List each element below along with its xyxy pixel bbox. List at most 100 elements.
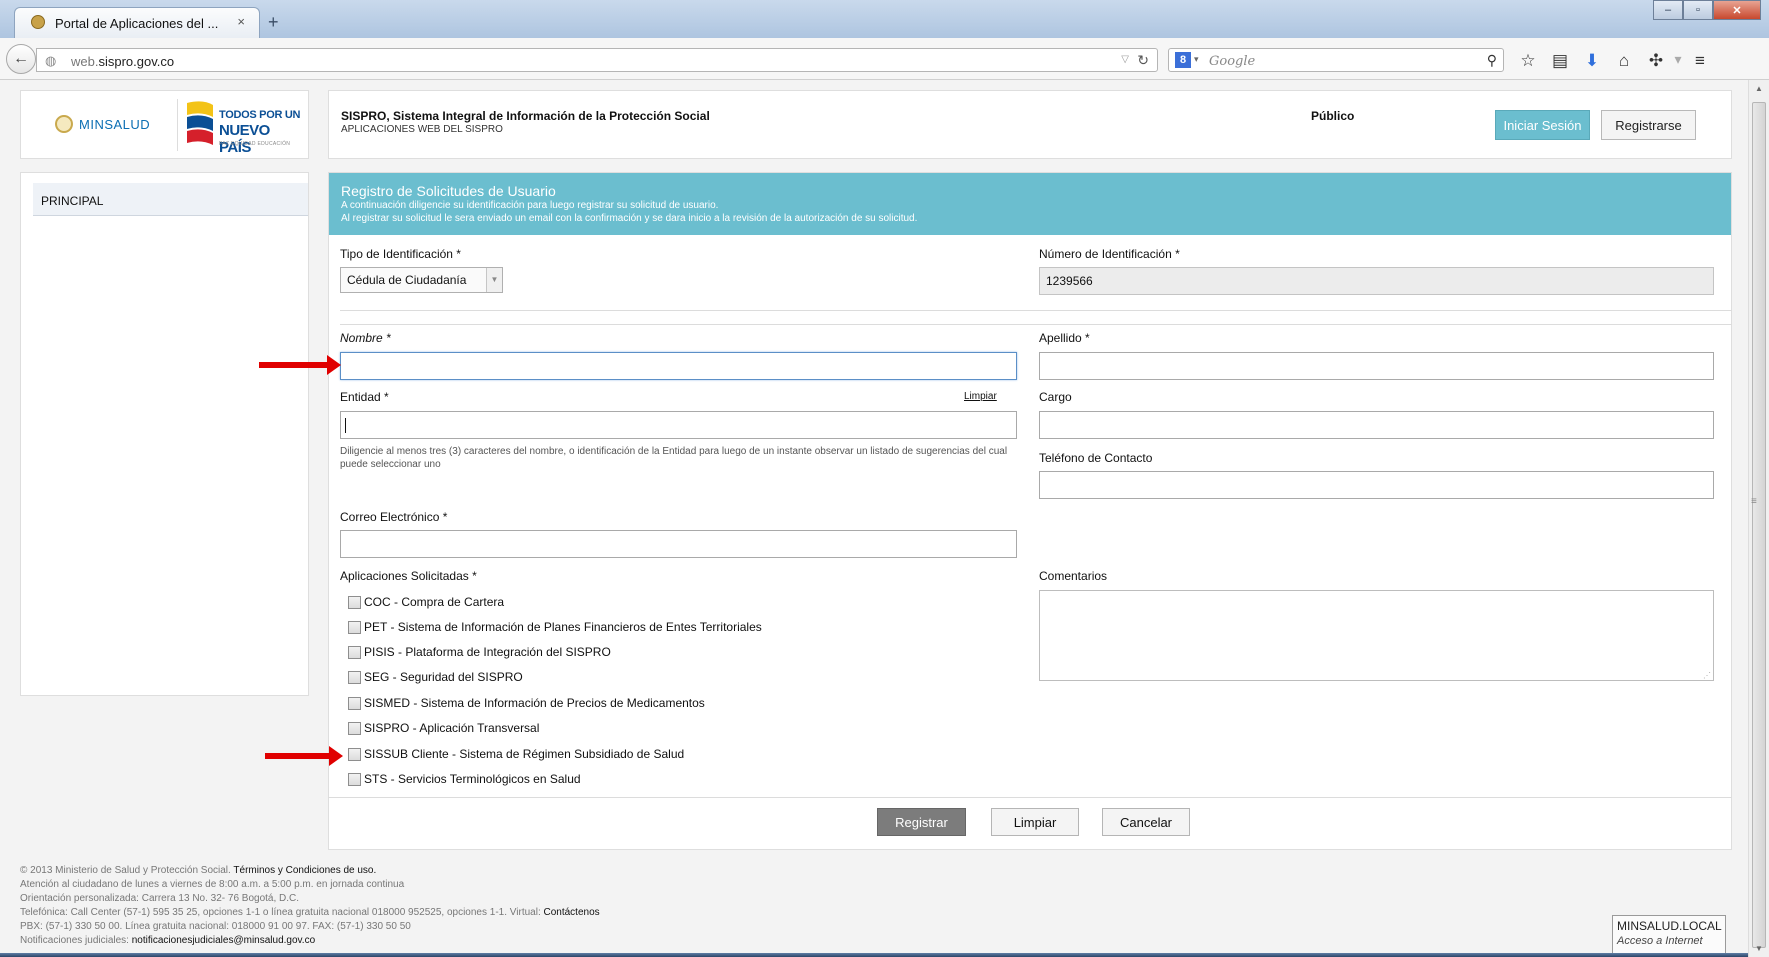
id-type-select[interactable]: Cédula de Ciudadanía ▼	[340, 267, 503, 293]
app-label: SISPRO - Aplicación Transversal	[364, 721, 540, 735]
browser-tab[interactable]: Portal de Aplicaciones del ... ×	[14, 7, 260, 38]
search-icon[interactable]: ⚲	[1487, 52, 1497, 69]
limpiar-button[interactable]: Limpiar	[991, 808, 1079, 836]
apellido-field[interactable]	[1039, 352, 1714, 380]
id-number-field[interactable]: 1239566	[1039, 267, 1714, 295]
apps-label: Aplicaciones Solicitadas *	[340, 569, 477, 583]
entidad-field[interactable]	[340, 411, 1017, 439]
address-bar[interactable]: ◍ web.sispro.gov.co ▽ ↻	[36, 48, 1158, 72]
app-checkbox-row[interactable]: SEG - Seguridad del SISPRO	[348, 667, 523, 687]
browser-titlebar: Portal de Aplicaciones del ... × + – ▫ ✕	[0, 0, 1769, 38]
search-bar[interactable]: 8 ▾ Google ⚲	[1168, 48, 1504, 72]
logo-line-1: TODOS POR UN	[219, 109, 301, 121]
taskbar	[0, 953, 1748, 957]
maximize-icon[interactable]: ▫	[1683, 0, 1713, 20]
app-checkbox-row[interactable]: PISIS - Plataforma de Integración del SI…	[348, 642, 611, 662]
correo-label: Correo Electrónico *	[340, 510, 448, 524]
browser-navbar: ← ◍ web.sispro.gov.co ▽ ↻ 8 ▾ Google ⚲ ☆…	[0, 38, 1769, 80]
nombre-field[interactable]	[340, 352, 1017, 380]
app-label: STS - Servicios Terminológicos en Salud	[364, 772, 581, 786]
comentarios-label: Comentarios	[1039, 569, 1108, 583]
addon-dropdown-icon[interactable]: ▾	[1672, 51, 1684, 71]
user-status: Público	[1311, 109, 1355, 123]
id-number-label: Número de Identificación *	[1039, 247, 1180, 261]
menu-icon[interactable]: ≡	[1684, 51, 1716, 71]
app-checkbox-row[interactable]: COC - Compra de Cartera	[348, 592, 504, 612]
download-icon[interactable]: ⬇	[1576, 51, 1608, 71]
checkbox[interactable]	[348, 721, 361, 735]
site-header: SISPRO, Sistema Integral de Información …	[328, 90, 1732, 159]
scrollbar-grip-icon: ≡	[1751, 496, 1757, 507]
addon-icon[interactable]: ✣	[1640, 51, 1672, 71]
cargo-field[interactable]	[1039, 411, 1714, 439]
logo-divider	[177, 99, 178, 151]
resize-handle-icon[interactable]: ⋰	[1703, 671, 1711, 680]
bookmarks-icon[interactable]: ▤	[1544, 51, 1576, 71]
vertical-scrollbar[interactable]: ▲ ≡ ▼	[1748, 80, 1769, 957]
scroll-down-icon[interactable]: ▼	[1755, 944, 1763, 953]
logo-line-3: PAZ EQUIDAD EDUCACIÓN	[219, 141, 291, 147]
scroll-up-icon[interactable]: ▲	[1755, 84, 1763, 93]
app-checkbox-row[interactable]: STS - Servicios Terminológicos en Salud	[348, 769, 581, 789]
checkbox[interactable]	[348, 645, 361, 659]
flag-icon	[187, 101, 213, 145]
app-checkbox-row[interactable]: SISMED - Sistema de Información de Preci…	[348, 693, 705, 713]
checkbox[interactable]	[348, 595, 361, 609]
app-checkbox-row[interactable]: PET - Sistema de Información de Planes F…	[348, 617, 762, 637]
checkbox[interactable]	[348, 620, 361, 634]
form-intro-2: Al registrar su solicitud le sera enviad…	[341, 213, 918, 224]
terms-link[interactable]: Términos y Condiciones de uso.	[233, 865, 376, 876]
site-title: SISPRO, Sistema Integral de Información …	[341, 109, 710, 123]
checkbox[interactable]	[348, 696, 361, 710]
form-heading: Registro de Solicitudes de Usuario	[341, 183, 556, 199]
app-label: COC - Compra de Cartera	[364, 595, 505, 609]
checkbox[interactable]	[348, 772, 361, 786]
url-dropdown-icon[interactable]: ▽	[1121, 54, 1129, 65]
login-button[interactable]: Iniciar Sesión	[1495, 110, 1590, 140]
entidad-help: Diligencie al menos tres (3) caracteres …	[340, 446, 1008, 470]
register-button[interactable]: Registrarse	[1601, 110, 1696, 140]
minsalud-text: MINSALUD	[79, 116, 151, 132]
favicon-icon	[31, 15, 45, 29]
limpiar-link[interactable]: Limpiar	[964, 391, 997, 402]
minimize-icon[interactable]: –	[1653, 0, 1683, 20]
form-intro-1: A continuación diligencie su identificac…	[341, 200, 719, 211]
footer-copyright: © 2013 Ministerio de Salud y Protección …	[20, 865, 231, 876]
tab-close-icon[interactable]: ×	[237, 14, 245, 29]
star-icon[interactable]: ☆	[1512, 51, 1544, 71]
reload-icon[interactable]: ↻	[1137, 52, 1149, 69]
checkbox[interactable]	[348, 670, 361, 684]
telefono-field[interactable]	[1039, 471, 1714, 499]
contact-link[interactable]: Contáctenos	[544, 907, 600, 918]
search-placeholder: Google	[1209, 54, 1256, 69]
toolbar-icons: ☆ ▤ ⬇ ⌂ ✣ ▾ ≡	[1512, 51, 1716, 71]
apellido-label: Apellido *	[1039, 331, 1090, 345]
network-access: Acceso a Internet	[1617, 935, 1703, 947]
close-window-icon[interactable]: ✕	[1713, 0, 1761, 20]
chevron-down-icon: ▼	[486, 268, 502, 292]
telefono-label: Teléfono de Contacto	[1039, 451, 1153, 465]
app-checkbox-row[interactable]: SISSUB Cliente - Sistema de Régimen Subs…	[348, 744, 684, 764]
footer-hours: Atención al ciudadano de lunes a viernes…	[20, 879, 405, 890]
search-engine-icon[interactable]: 8	[1175, 52, 1191, 68]
correo-field[interactable]	[340, 530, 1017, 558]
cargo-label: Cargo	[1039, 390, 1072, 404]
new-tab-button[interactable]: +	[268, 12, 279, 33]
comentarios-textarea[interactable]: ⋰	[1039, 590, 1714, 681]
minsalud-logo[interactable]: MINSALUD	[55, 115, 150, 133]
home-icon[interactable]: ⌂	[1608, 51, 1640, 71]
checkbox[interactable]	[348, 747, 361, 761]
notifications-email-link[interactable]: notificacionesjudiciales@minsalud.gov.co	[132, 935, 315, 946]
url-text: web.sispro.gov.co	[71, 54, 175, 69]
search-engine-dropdown-icon[interactable]: ▾	[1194, 54, 1199, 65]
cancelar-button[interactable]: Cancelar	[1102, 808, 1190, 836]
network-name: MINSALUD.LOCAL	[1617, 919, 1722, 933]
app-checkbox-row[interactable]: SISPRO - Aplicación Transversal	[348, 718, 539, 738]
registrar-button[interactable]: Registrar	[877, 808, 966, 836]
entidad-label: Entidad *	[340, 390, 389, 404]
back-arrow-icon[interactable]: ←	[6, 44, 36, 74]
divider	[328, 797, 1732, 798]
sidebar-item-principal[interactable]: PRINCIPAL	[33, 183, 308, 216]
logo-line-2: NUEVO PAÍS	[219, 122, 270, 156]
scrollbar-thumb[interactable]	[1752, 102, 1766, 948]
